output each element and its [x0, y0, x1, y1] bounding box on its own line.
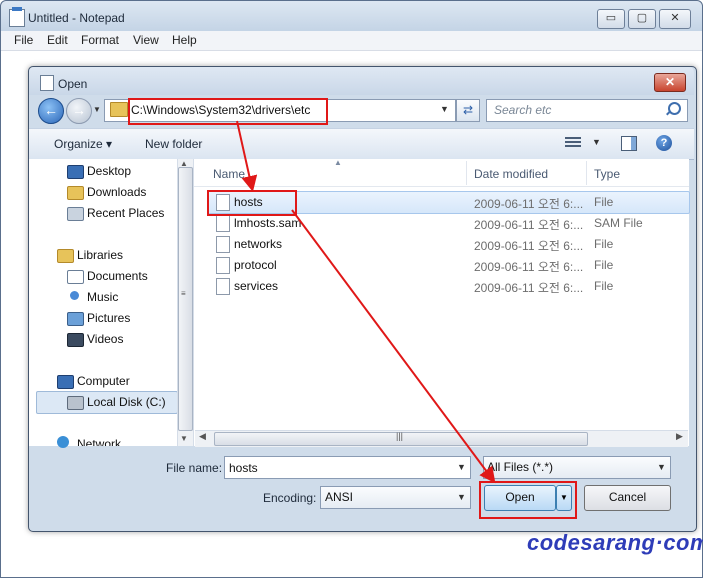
watermark-text: codesarang·com — [527, 530, 703, 555]
arrow-hosts-to-open — [291, 209, 496, 484]
annotation-arrows — [236, 120, 496, 484]
arrow-address-to-hosts — [236, 120, 258, 192]
